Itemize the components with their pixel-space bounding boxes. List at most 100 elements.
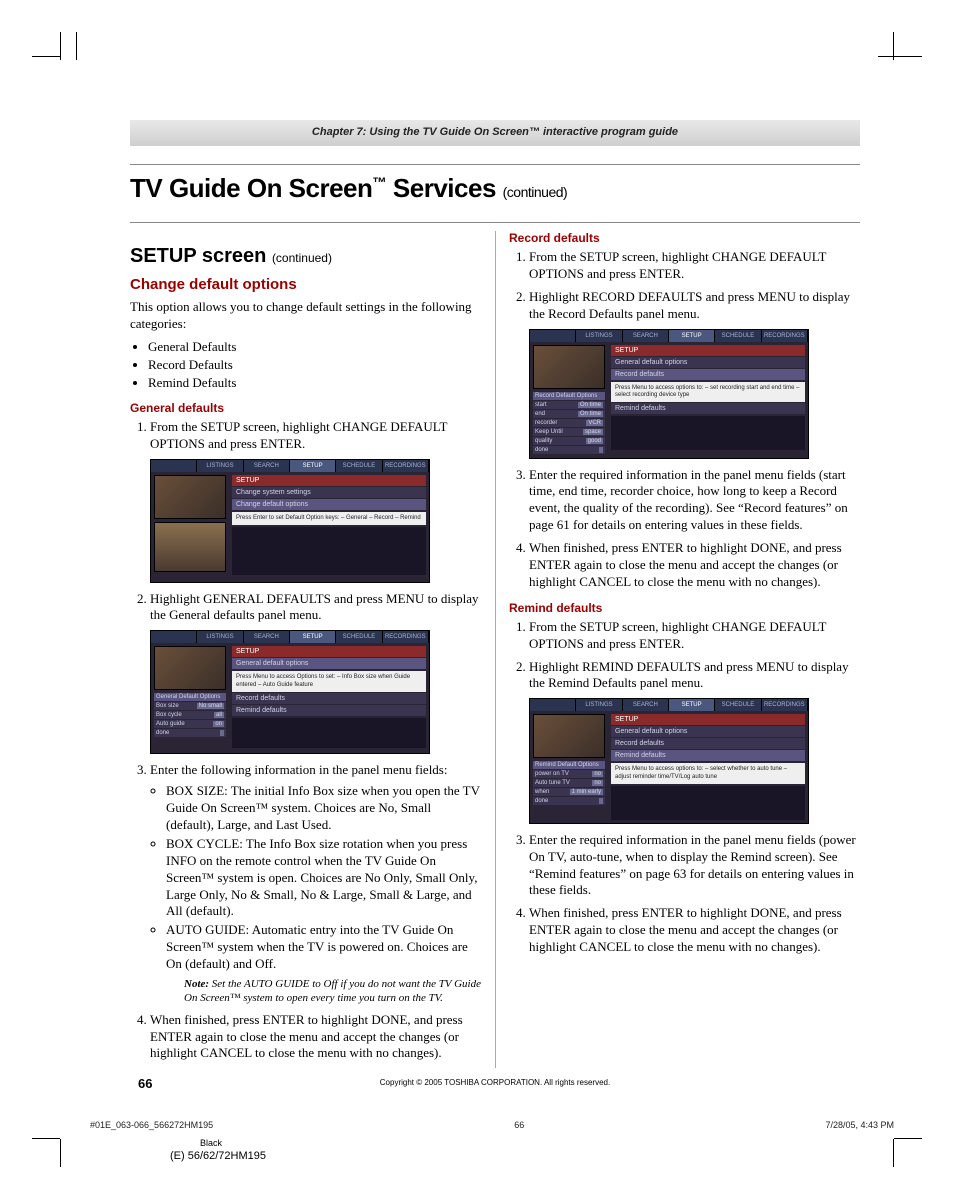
section-main: SETUP screen — [130, 245, 272, 267]
panel-row-selected: General default options — [232, 658, 426, 669]
thumbnail — [533, 345, 605, 389]
tab: RECORDINGS — [383, 460, 429, 472]
option-row: done — [533, 446, 605, 454]
panel-row: Record defaults — [611, 738, 805, 749]
tab: RECORDINGS — [762, 330, 808, 342]
print-date: 7/28/05, 4:43 PM — [825, 1120, 894, 1130]
option-row: endOn time — [533, 410, 605, 418]
subsection-heading: Change default options — [130, 276, 481, 293]
panel-row-selected: Change default options — [232, 499, 426, 510]
tab-active: SETUP — [669, 330, 715, 342]
divider — [130, 164, 860, 165]
print-metadata: #01E_063-066_566272HM195 66 7/28/05, 4:4… — [90, 1120, 894, 1130]
copyright: Copyright © 2005 TOSHIBA CORPORATION. Al… — [130, 1078, 860, 1087]
panel-row: General default options — [611, 726, 805, 737]
panel-row-selected: Record defaults — [611, 369, 805, 380]
step: When finished, press ENTER to highlight … — [150, 1012, 481, 1063]
tab: LISTINGS — [197, 460, 243, 472]
step: When finished, press ENTER to highlight … — [529, 540, 860, 591]
note: Note: Set the AUTO GUIDE to Off if you d… — [184, 977, 481, 1006]
panel-empty — [232, 718, 426, 748]
info-box: Press Enter to set Default Option keys: … — [232, 512, 426, 525]
step: From the SETUP screen, highlight CHANGE … — [150, 419, 481, 453]
crop-mark — [60, 1139, 61, 1167]
crop-mark — [60, 32, 61, 60]
panel-row: Change system settings — [232, 487, 426, 498]
group-heading: Record defaults — [509, 231, 860, 245]
step: When finished, press ENTER to highlight … — [529, 905, 860, 956]
panel-row: Remind defaults — [611, 403, 805, 414]
screenshot-record-defaults: LISTINGS SEARCH SETUP SCHEDULE RECORDING… — [529, 329, 809, 459]
model-number: (E) 56/62/72HM195 — [170, 1150, 266, 1162]
list-item: Record Defaults — [148, 357, 481, 373]
info-box: Press Menu to access options to: – selec… — [611, 763, 805, 783]
page-number: 66 — [138, 1076, 152, 1091]
group-heading: General defaults — [130, 401, 481, 415]
step: Highlight RECORD DEFAULTS and press MENU… — [529, 289, 860, 323]
option-row: recorderVCR — [533, 419, 605, 427]
option-row: Auto guideon — [154, 720, 226, 728]
screenshot-remind-defaults: LISTINGS SEARCH SETUP SCHEDULE RECORDING… — [529, 698, 809, 823]
tab — [151, 460, 197, 472]
panel-title: SETUP — [232, 646, 426, 657]
tab — [151, 631, 197, 643]
chapter-header: Chapter 7: Using the TV Guide On Screen™… — [130, 120, 860, 146]
tab: SCHEDULE — [715, 330, 761, 342]
crop-mark — [878, 56, 922, 57]
crop-mark — [32, 56, 60, 57]
screenshot-general-defaults: LISTINGS SEARCH SETUP SCHEDULE RECORDING… — [150, 630, 430, 754]
info-box: Press Menu to access options to: – set r… — [611, 382, 805, 402]
panel-title: SETUP — [232, 475, 426, 486]
tab: RECORDINGS — [762, 699, 808, 711]
crop-mark — [893, 32, 894, 60]
panel-title: SETUP — [611, 345, 805, 356]
trademark-icon: ™ — [372, 175, 386, 191]
list-item: BOX SIZE: The initial Info Box size when… — [166, 783, 481, 834]
side-label: General Default Options — [154, 693, 226, 701]
option-row: startOn time — [533, 401, 605, 409]
panel-row-selected: Remind defaults — [611, 750, 805, 761]
tab: LISTINGS — [576, 330, 622, 342]
step: From the SETUP screen, highlight CHANGE … — [529, 249, 860, 283]
crop-mark — [894, 1138, 922, 1139]
crop-mark — [893, 1139, 894, 1167]
option-row: power on TVno — [533, 770, 605, 778]
panel-row: Record defaults — [232, 693, 426, 704]
tab: SEARCH — [244, 460, 290, 472]
thumbnail — [154, 646, 226, 690]
print-page: 66 — [514, 1120, 524, 1130]
panel-empty — [232, 527, 426, 575]
info-box: Press Menu to access Options to set: – I… — [232, 671, 426, 691]
tab: RECORDINGS — [383, 631, 429, 643]
page-title: TV Guide On Screen™ Services (continued) — [130, 173, 860, 204]
group-heading: Remind defaults — [509, 601, 860, 615]
thumbnail — [533, 714, 605, 758]
thumbnail — [154, 475, 226, 519]
list-item: Remind Defaults — [148, 375, 481, 391]
option-row: Box sizeNo small — [154, 702, 226, 710]
crop-mark — [76, 32, 77, 60]
option-row: qualitygood — [533, 437, 605, 445]
option-row: when1 min early — [533, 788, 605, 796]
tab: LISTINGS — [576, 699, 622, 711]
option-row: Auto tune TVno — [533, 779, 605, 787]
tab: SCHEDULE — [336, 631, 382, 643]
section-heading: SETUP screen (continued) — [130, 245, 481, 268]
tab-active: SETUP — [290, 460, 336, 472]
crop-mark — [32, 1138, 60, 1139]
step: Enter the following information in the p… — [150, 762, 481, 1005]
title-main: TV Guide On Screen — [130, 173, 372, 203]
step: From the SETUP screen, highlight CHANGE … — [529, 619, 860, 653]
side-label: Record Default Options — [533, 392, 605, 400]
list-item: BOX CYCLE: The Info Box size rotation wh… — [166, 836, 481, 920]
tab — [530, 330, 576, 342]
step-text: Enter the following information in the p… — [150, 762, 447, 777]
print-file: #01E_063-066_566272HM195 — [90, 1120, 213, 1130]
list-item: General Defaults — [148, 339, 481, 355]
list-item: AUTO GUIDE: Automatic entry into the TV … — [166, 922, 481, 973]
step: Enter the required information in the pa… — [529, 467, 860, 535]
note-label: Note: — [184, 978, 209, 990]
note-text: Set the AUTO GUIDE to Off if you do not … — [184, 978, 481, 1004]
color-separation: Black — [200, 1138, 222, 1148]
panel-empty — [611, 786, 805, 820]
